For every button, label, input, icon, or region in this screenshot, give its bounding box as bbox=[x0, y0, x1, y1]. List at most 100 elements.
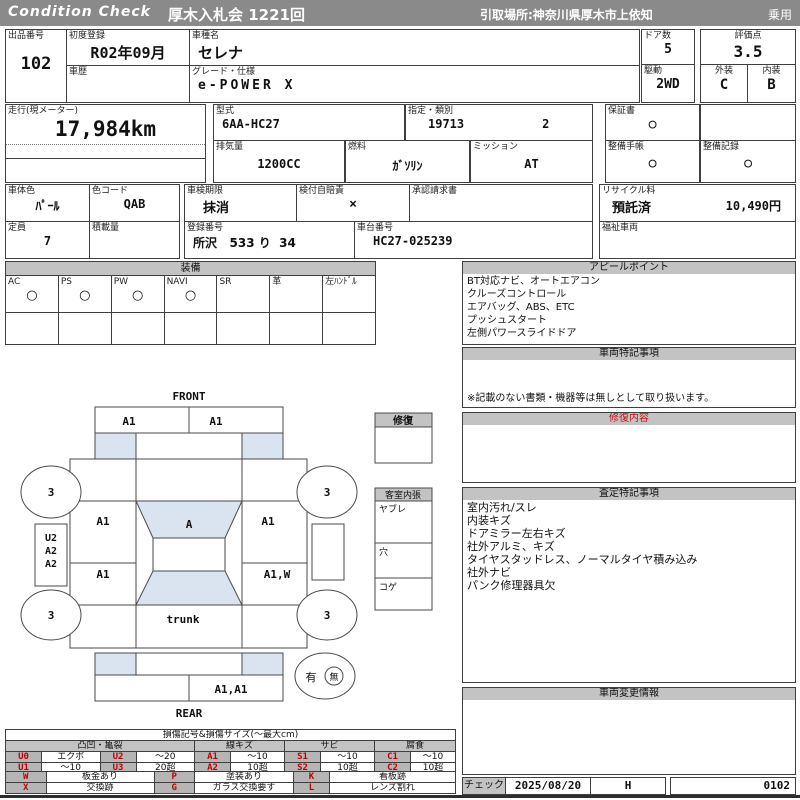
repair-content-box bbox=[462, 425, 796, 483]
legend-code: C1 bbox=[374, 751, 411, 763]
color-code-cell: 色コード QAB bbox=[89, 184, 180, 222]
damage-rear-right-door: A1,W bbox=[264, 568, 291, 581]
equipment-col-lhd: 左ﾊﾝﾄﾞﾙ bbox=[323, 276, 376, 345]
model-code-value: 6AA-HC27 bbox=[222, 117, 280, 131]
type-number-value: 19713 bbox=[428, 117, 465, 131]
warranty-cell: 保証書 ○ bbox=[605, 104, 700, 141]
check-inspector: H bbox=[590, 777, 666, 795]
chassis-number-label: 車台番号 bbox=[357, 223, 394, 233]
approval-request-cell: 承認請求書 bbox=[409, 184, 593, 222]
inspection-expiry-cell: 車検期限 抹消 bbox=[184, 184, 297, 222]
first-registration-cell: 初度登録 R02年09月 bbox=[66, 29, 190, 66]
trunk-label: trunk bbox=[166, 613, 199, 626]
spare-no-label: 無 bbox=[329, 671, 338, 683]
auction-title: 厚木入札会 1221回 bbox=[168, 6, 305, 24]
legend-value: 交換跡 bbox=[45, 782, 155, 794]
legend-code: X bbox=[5, 782, 47, 794]
cabin-row-hole: 穴 bbox=[379, 546, 388, 558]
drive-cell: 駆動 2WD bbox=[641, 64, 695, 103]
recycle-fee-label: リサイクル料 bbox=[602, 186, 656, 196]
transmission-value: AT bbox=[524, 157, 539, 171]
body-color-value: ﾊﾟｰﾙ bbox=[35, 199, 60, 213]
assessment-line: ドアミラー左右キズ bbox=[467, 527, 566, 540]
car-damage-diagram: FRONT REAR A1 A1 3 3 3 3 A1 A A1 A1 A1,W… bbox=[20, 390, 433, 720]
appeal-line: プッシュスタート bbox=[467, 315, 547, 326]
displacement-value: 1200CC bbox=[257, 157, 301, 171]
body-color-label: 車体色 bbox=[8, 186, 36, 196]
legend-code: K bbox=[293, 771, 330, 783]
legend-group-dents: 凸凹・亀裂 bbox=[5, 740, 195, 752]
equipment-label: PW bbox=[113, 277, 129, 287]
damage-left-sill-1: U2 bbox=[45, 533, 57, 544]
cabin-row-tear: ヤブレ bbox=[379, 503, 406, 515]
vehicle-changes-header: 車両変更情報 bbox=[462, 687, 796, 701]
assessment-line: 室内汚れ/スレ bbox=[467, 501, 537, 514]
recycle-status-value: 預託済 bbox=[612, 201, 652, 216]
mileage-value: 17,984km bbox=[6, 117, 205, 145]
fuel-value: ｶﾞｿﾘﾝ bbox=[392, 159, 423, 173]
history-label: 車歴 bbox=[69, 67, 88, 77]
check-label: チェック bbox=[462, 777, 506, 795]
equipment-col-sr: SR bbox=[217, 276, 271, 345]
model-name-label: 車種名 bbox=[192, 31, 220, 41]
mileage-cell: 走行(現メーター) 17,984km bbox=[5, 104, 206, 183]
maintenance-book-label: 整備手帳 bbox=[608, 142, 645, 152]
fuel-label: 燃料 bbox=[348, 142, 367, 152]
exterior-grade-cell: 外装 C bbox=[700, 64, 748, 103]
vehicle-changes-box bbox=[462, 700, 796, 775]
legend-code: G bbox=[153, 782, 195, 794]
registration-number-cell: 登録番号 所沢 533 り 34 bbox=[184, 221, 355, 259]
lot-number-value: 102 bbox=[20, 54, 52, 74]
damage-rear-left-door: A1 bbox=[96, 568, 110, 581]
score-value: 3.5 bbox=[733, 42, 763, 61]
maintenance-record-mark: ○ bbox=[744, 156, 752, 171]
score-cell: 評価点 3.5 bbox=[700, 29, 796, 65]
chassis-number-cell: 車台番号 HC27-025239 bbox=[354, 221, 593, 259]
model-name-value: セレナ bbox=[198, 44, 244, 62]
equipment-col-navi: NAVI ○ bbox=[164, 276, 218, 345]
displacement-label: 排気量 bbox=[216, 142, 244, 152]
welfare-vehicle-label: 福祉車両 bbox=[602, 223, 639, 233]
insurance-mark: × bbox=[349, 197, 357, 212]
legend-code: S1 bbox=[284, 751, 321, 763]
lot-number-cell: 出品番号 102 bbox=[5, 29, 67, 103]
bottom-rule bbox=[0, 795, 800, 798]
body-color-cell: 車体色 ﾊﾟｰﾙ bbox=[5, 184, 90, 222]
first-registration-label: 初度登録 bbox=[69, 31, 106, 41]
legend-value: 板金あり bbox=[45, 771, 155, 783]
model-code-cell: 型式 6AA-HC27 bbox=[213, 104, 405, 141]
registration-number-label: 登録番号 bbox=[187, 223, 224, 233]
doors-label: ドア数 bbox=[644, 31, 672, 41]
legend-code: W bbox=[5, 771, 47, 783]
damage-hood-left: A1 bbox=[122, 415, 136, 428]
legend-value: レンズ割れ bbox=[329, 782, 456, 794]
rear-window-shape bbox=[135, 570, 243, 606]
class-number-value: 2 bbox=[542, 117, 550, 131]
drive-label: 駆動 bbox=[644, 66, 663, 76]
check-number: 0102 bbox=[670, 777, 796, 795]
lot-number-label: 出品番号 bbox=[8, 31, 45, 41]
color-code-label: 色コード bbox=[92, 186, 129, 196]
appeal-line: クルーズコントロール bbox=[467, 289, 567, 300]
legend-group-rust: サビ bbox=[284, 740, 375, 752]
transmission-cell: ミッション AT bbox=[470, 140, 593, 183]
cabin-lining-title: 客室内張 bbox=[385, 489, 421, 501]
cabin-row-burn: コゲ bbox=[379, 581, 397, 593]
exterior-grade-value: C bbox=[719, 77, 729, 93]
inspection-expiry-label: 車検期限 bbox=[187, 186, 224, 196]
assessment-line: パンク修理器具欠 bbox=[467, 579, 556, 592]
history-cell: 車歴 bbox=[66, 65, 190, 103]
vehicle-notes-disclaimer: ※記載のない書類・機器等は無しとして取り扱います。 bbox=[467, 393, 715, 404]
rear-left-corner-shaded bbox=[94, 652, 137, 676]
legend-code: P bbox=[153, 771, 195, 783]
check-date: 2025/08/20 bbox=[505, 777, 591, 795]
legend-code: U2 bbox=[99, 751, 137, 763]
legend-value: 〜10 bbox=[320, 751, 375, 763]
right-sill-box bbox=[311, 523, 345, 581]
grade-label: グレード・仕様 bbox=[192, 67, 256, 77]
model-name-cell: 車種名 セレナ bbox=[189, 29, 640, 66]
capacity-value: 7 bbox=[43, 234, 52, 248]
assessment-line: 社外ナビ bbox=[467, 566, 511, 579]
doors-cell: ドア数 5 bbox=[641, 29, 695, 65]
equipment-col-ps: PS ○ bbox=[58, 276, 112, 345]
